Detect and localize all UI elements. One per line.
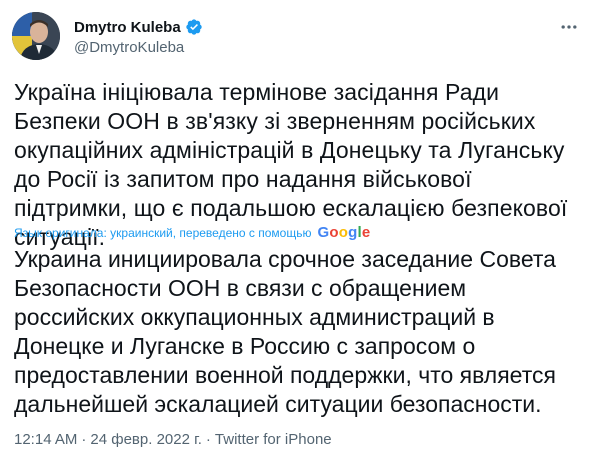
tweet-header: Dmytro Kuleba @DmytroKuleba xyxy=(12,12,203,60)
meta-separator: · xyxy=(81,431,87,448)
meta-separator-2: · xyxy=(205,431,211,448)
tweet-time[interactable]: 12:14 AM xyxy=(14,431,77,448)
translation-note: Язык оригинала: украинский, переведено с… xyxy=(14,224,370,241)
avatar[interactable] xyxy=(12,12,60,60)
google-letter: G xyxy=(317,224,330,241)
author-handle[interactable]: @DmytroKuleba xyxy=(74,39,203,56)
more-options-button[interactable] xyxy=(552,10,586,44)
tweet-card: Dmytro Kuleba @DmytroKuleba Україна ініц… xyxy=(0,0,598,466)
name-row: Dmytro Kuleba xyxy=(74,16,203,38)
profile-photo-avatar xyxy=(12,12,60,60)
verified-badge-icon xyxy=(185,18,203,36)
translation-note-label[interactable]: Язык оригинала: украинский, переведено с… xyxy=(14,226,311,240)
tweet-meta: 12:14 AM · 24 февр. 2022 г. · Twitter fo… xyxy=(14,431,332,448)
google-letter: o xyxy=(338,224,349,241)
author-display-name[interactable]: Dmytro Kuleba xyxy=(74,19,181,36)
tweet-translated-text: Украина инициировала срочное заседание С… xyxy=(14,246,556,417)
tweet-date[interactable]: 24 февр. 2022 г. xyxy=(90,431,202,448)
google-logo: Google xyxy=(317,224,370,241)
tweet-source[interactable]: Twitter for iPhone xyxy=(215,431,332,448)
author-names: Dmytro Kuleba @DmytroKuleba xyxy=(74,16,203,56)
more-horizontal-icon xyxy=(561,25,577,29)
google-letter: o xyxy=(329,224,339,241)
google-letter: e xyxy=(361,224,371,241)
